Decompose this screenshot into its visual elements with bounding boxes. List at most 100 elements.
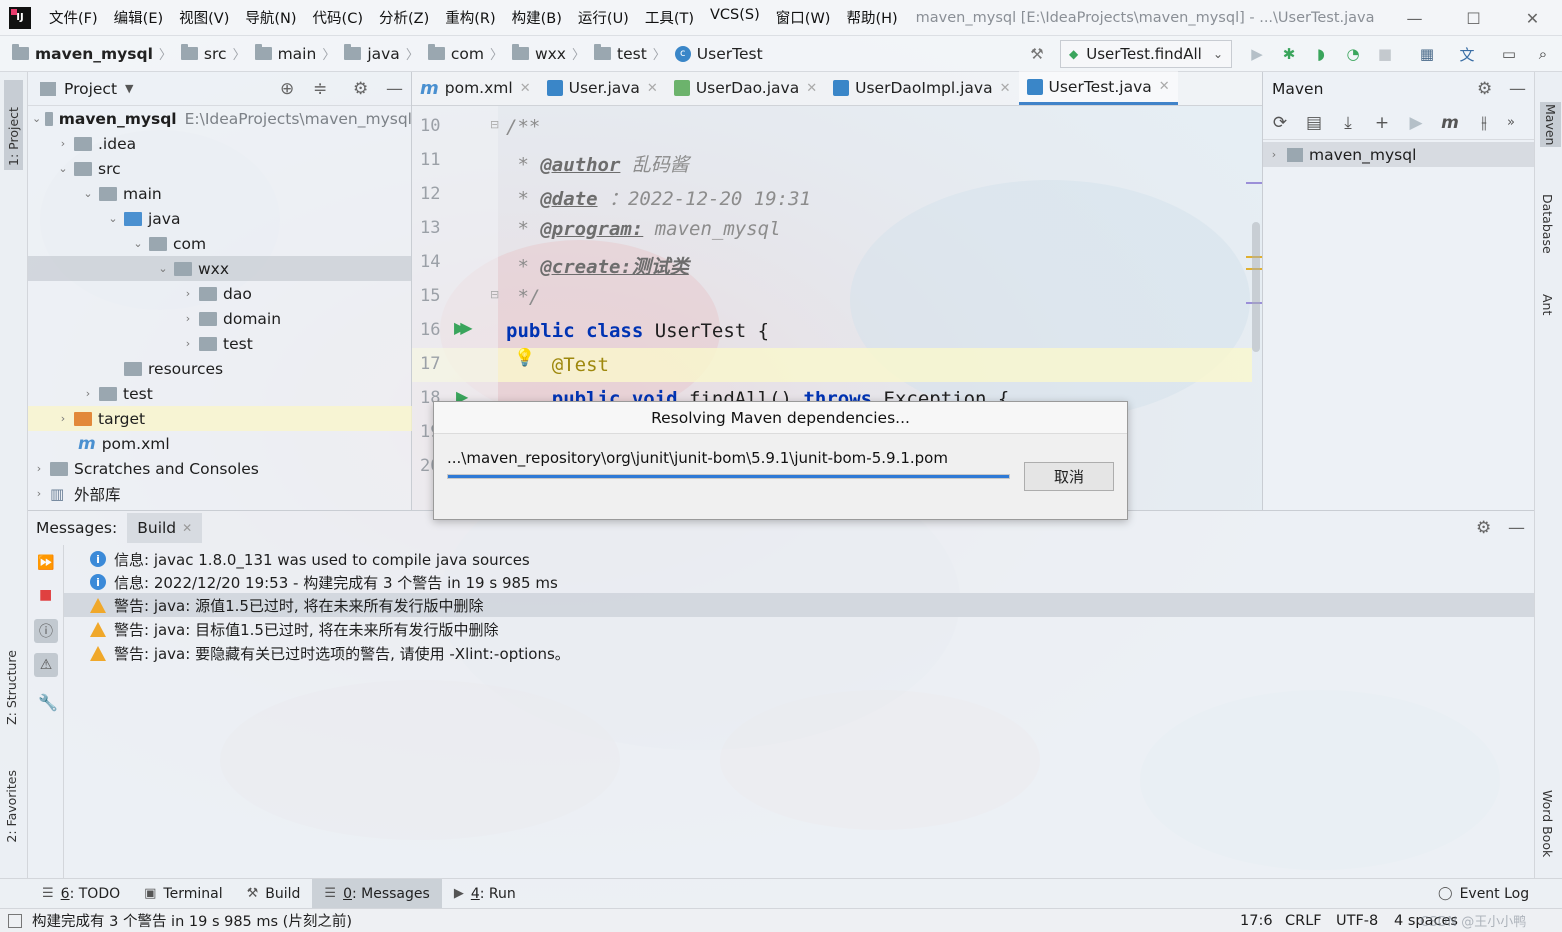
search-icon[interactable]: ⌕ xyxy=(1532,43,1554,65)
breadcrumb-main[interactable]: main xyxy=(278,45,317,63)
message-row[interactable]: 警告: java: 目标值1.5已过时, 将在未来所有发行版中删除 xyxy=(64,617,1534,641)
maximize-button[interactable]: ☐ xyxy=(1444,0,1503,36)
hammer-icon[interactable]: ⚒ xyxy=(1026,43,1048,65)
project-structure-icon[interactable]: ▦ xyxy=(1416,43,1438,65)
tab-userdao-java[interactable]: UserDao.java ✕ xyxy=(666,71,825,105)
menu-file[interactable]: 文件(F) xyxy=(41,7,106,28)
todo-tool-button[interactable]: ☰ 6: TODO xyxy=(30,879,132,909)
gear-icon[interactable]: ⚙ xyxy=(353,79,368,99)
ant-tool-tab[interactable]: Ant xyxy=(1540,294,1555,315)
add-icon[interactable]: + xyxy=(1365,113,1399,133)
close-button[interactable]: ✕ xyxy=(1503,0,1562,36)
more-icon[interactable]: » xyxy=(1501,115,1521,130)
warning-filter-icon[interactable]: ⚠ xyxy=(34,653,58,677)
breadcrumb-java[interactable]: java xyxy=(367,45,399,63)
wordbook-tool-tab[interactable]: Word Book xyxy=(1540,790,1555,857)
tree-item-test-package[interactable]: › test xyxy=(28,331,412,356)
close-tab-icon[interactable]: ✕ xyxy=(647,81,658,96)
favorites-tool-tab[interactable]: 2: Favorites xyxy=(4,770,19,843)
hide-icon[interactable]: — xyxy=(1508,518,1525,538)
info-filter-icon[interactable]: ⓘ xyxy=(34,619,58,643)
toggle-offline-icon[interactable]: ⫲ xyxy=(1467,113,1501,133)
tree-item-domain[interactable]: › domain xyxy=(28,306,412,331)
status-message[interactable]: 构建完成有 3 个警告 in 19 s 985 ms (片刻之前) xyxy=(32,910,352,931)
tab-pom-xml[interactable]: m pom.xml ✕ xyxy=(412,71,539,105)
menu-code[interactable]: 代码(C) xyxy=(305,7,371,28)
maven-project-item[interactable]: › maven_mysql xyxy=(1263,142,1534,167)
chevron-down-icon[interactable]: ▼ xyxy=(125,82,133,95)
tab-usertest-java[interactable]: UserTest.java ✕ xyxy=(1018,71,1178,105)
tree-item-dao[interactable]: › dao xyxy=(28,281,412,306)
tab-user-java[interactable]: User.java ✕ xyxy=(539,71,666,105)
debug-icon[interactable]: ✱ xyxy=(1278,43,1300,65)
event-log-button[interactable]: ◯ Event Log xyxy=(1426,879,1541,909)
database-tool-tab[interactable]: Database xyxy=(1540,194,1555,254)
reload-icon[interactable]: ⟳ xyxy=(1263,113,1297,133)
tree-item-maven-mysql[interactable]: ⌄ maven_mysql E:\IdeaProjects\maven_mysq… xyxy=(28,106,412,131)
tree-item-main[interactable]: ⌄ main xyxy=(28,181,412,206)
close-tab-icon[interactable]: ✕ xyxy=(806,81,817,96)
run-configuration-select[interactable]: ◆ UserTest.findAll ⌄ xyxy=(1060,40,1232,68)
profile-icon[interactable]: ◔ xyxy=(1342,43,1364,65)
menu-refactor[interactable]: 重构(R) xyxy=(437,7,503,28)
file-encoding[interactable]: UTF-8 xyxy=(1336,913,1378,929)
breadcrumb-usertest[interactable]: UserTest xyxy=(697,45,763,63)
tree-item-test[interactable]: › test xyxy=(28,381,412,406)
stop-icon[interactable]: ■ xyxy=(1374,43,1396,65)
menu-vcs[interactable]: VCS(S) xyxy=(702,7,768,28)
menu-build[interactable]: 构建(B) xyxy=(504,7,570,28)
tree-item-external-libraries[interactable]: › ▥ 外部库 xyxy=(28,481,412,506)
project-panel-title[interactable]: Project xyxy=(64,80,117,98)
execute-goal-icon[interactable]: m xyxy=(1433,113,1467,133)
message-row[interactable]: 警告: java: 源值1.5已过时, 将在未来所有发行版中删除 xyxy=(64,593,1534,617)
breadcrumb-test[interactable]: test xyxy=(617,45,647,63)
stop-icon[interactable]: ■ xyxy=(39,587,52,603)
scroll-thumb[interactable] xyxy=(1252,222,1260,352)
rerun-icon[interactable]: ⏩ xyxy=(37,555,54,571)
tree-item-wxx[interactable]: ⌄ wxx xyxy=(28,256,412,281)
tab-build[interactable]: Build ✕ xyxy=(127,513,203,543)
minimize-button[interactable]: — xyxy=(1385,0,1444,36)
menu-help[interactable]: 帮助(H) xyxy=(838,7,905,28)
tree-item-scratches[interactable]: › Scratches and Consoles xyxy=(28,456,412,481)
tree-item-pom-xml[interactable]: m pom.xml xyxy=(28,431,412,456)
menu-run[interactable]: 运行(U) xyxy=(570,7,637,28)
menu-tools[interactable]: 工具(T) xyxy=(637,7,702,28)
breadcrumb-project[interactable]: maven_mysql xyxy=(35,45,153,63)
run-icon[interactable]: ▶ xyxy=(1246,43,1268,65)
status-toggle-icon[interactable] xyxy=(8,913,22,928)
tree-item-java[interactable]: ⌄ java xyxy=(28,206,412,231)
run-tool-button[interactable]: ▶ 4: Run xyxy=(442,879,528,909)
hide-icon[interactable]: — xyxy=(1509,79,1526,99)
breadcrumb-wxx[interactable]: wxx xyxy=(535,45,566,63)
wrench-icon[interactable]: 🔧 xyxy=(38,693,58,712)
menu-view[interactable]: 视图(V) xyxy=(171,7,237,28)
menu-edit[interactable]: 编辑(E) xyxy=(106,7,171,28)
breadcrumb-src[interactable]: src xyxy=(204,45,227,63)
hide-icon[interactable]: — xyxy=(386,79,403,99)
fold-icon[interactable]: ⊟ xyxy=(490,288,499,301)
message-row[interactable]: i 信息: javac 1.8.0_131 was used to compil… xyxy=(64,547,1534,571)
tree-item-idea[interactable]: › .idea xyxy=(28,131,412,156)
close-tab-icon[interactable]: ✕ xyxy=(520,81,531,96)
fold-icon[interactable]: ⊟ xyxy=(490,118,499,131)
menu-analyze[interactable]: 分析(Z) xyxy=(371,7,437,28)
gear-icon[interactable]: ⚙ xyxy=(1476,518,1491,538)
tree-item-com[interactable]: ⌄ com xyxy=(28,231,412,256)
build-tool-button[interactable]: ⚒ Build xyxy=(235,879,313,909)
structure-tool-tab[interactable]: Z: Structure xyxy=(4,650,19,725)
gear-icon[interactable]: ⚙ xyxy=(1477,79,1492,99)
tree-item-target[interactable]: › target xyxy=(28,406,412,431)
tab-userdaoimpl-java[interactable]: UserDaoImpl.java ✕ xyxy=(825,71,1018,105)
close-tab-icon[interactable]: ✕ xyxy=(182,521,192,535)
project-tool-tab[interactable]: 1: Project xyxy=(4,80,23,170)
presentation-icon[interactable]: ▭ xyxy=(1498,43,1520,65)
run-icon[interactable]: ▶ xyxy=(1399,113,1433,133)
close-tab-icon[interactable]: ✕ xyxy=(1159,79,1170,94)
terminal-tool-button[interactable]: ▣ Terminal xyxy=(132,879,234,909)
generate-sources-icon[interactable]: ▤ xyxy=(1297,113,1331,133)
close-tab-icon[interactable]: ✕ xyxy=(1000,81,1011,96)
caret-position[interactable]: 17:6 xyxy=(1240,913,1273,929)
maven-tool-tab[interactable]: Maven xyxy=(1540,102,1561,148)
messages-tool-button[interactable]: ☰ 0: Messages xyxy=(312,878,442,909)
